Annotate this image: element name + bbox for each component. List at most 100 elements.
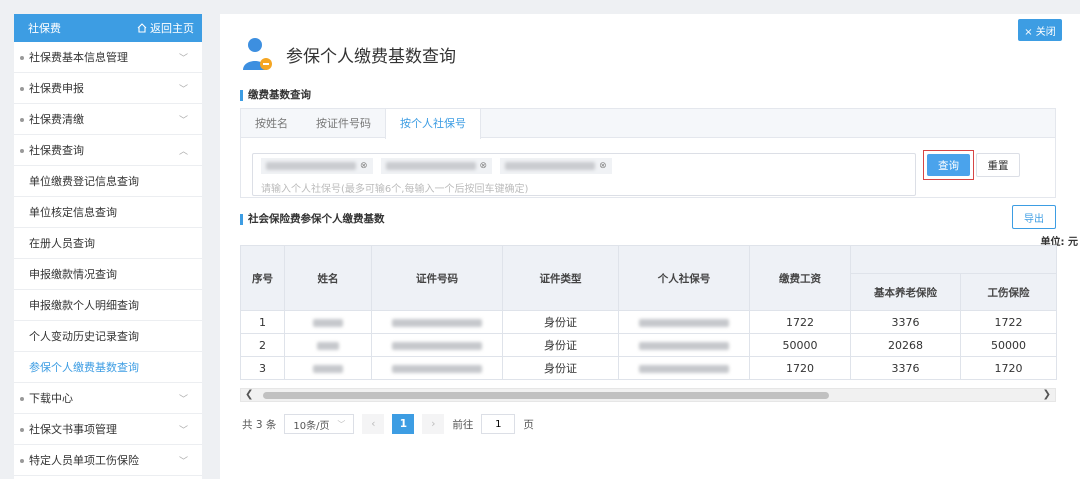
chevron-left-icon[interactable]: ❮	[245, 389, 253, 401]
sidebar-item-payment[interactable]: 社保费清缴 ﹀	[14, 104, 202, 135]
sidebar-subitem-label: 在册人员查询	[29, 237, 95, 250]
sidebar-subitem-contribution-base[interactable]: 参保个人缴费基数查询	[14, 352, 202, 383]
page-size-value: 10条/页	[293, 420, 330, 432]
chevron-right-icon[interactable]: ❯	[1043, 389, 1051, 401]
sidebar-item-query[interactable]: 社保费查询 ︿	[14, 135, 202, 166]
sidebar-subitem-enrolled-staff[interactable]: 在册人员查询	[14, 228, 202, 259]
close-icon[interactable]: ⊗	[360, 158, 368, 174]
page-suffix: 页	[523, 418, 534, 431]
sidebar-title: 社保费	[28, 22, 61, 35]
query-button[interactable]: 查询	[927, 154, 970, 176]
close-button[interactable]: × 关闭	[1018, 19, 1062, 41]
cell-ss-number	[618, 310, 750, 334]
chevron-down-icon: ﹀	[178, 425, 188, 436]
col-ss-number: 个人社保号	[618, 245, 750, 311]
sidebar-item-label: 社保文书事项管理	[29, 423, 117, 436]
sidebar-item-download[interactable]: 下载中心 ﹀	[14, 383, 202, 414]
cell-ss-number	[618, 333, 750, 357]
close-icon[interactable]: ⊗	[599, 158, 607, 174]
page-size-select[interactable]: 10条/页 ﹀	[284, 414, 355, 434]
sidebar-header: 社保费 返回主页	[14, 14, 202, 42]
chevron-down-icon: ﹀	[178, 115, 188, 126]
close-icon[interactable]: ⊗	[480, 158, 488, 174]
total-count: 共 3 条	[242, 418, 277, 431]
cell-seq: 1	[240, 310, 285, 334]
query-button-highlight: 查询	[923, 150, 974, 180]
export-button[interactable]: 导出	[1012, 205, 1056, 229]
cell-pension: 20268	[850, 333, 961, 357]
sidebar-subitem-change-history[interactable]: 个人变动历史记录查询	[14, 321, 202, 352]
goto-page-input[interactable]	[481, 414, 516, 434]
cell-injury: 1722	[960, 310, 1057, 334]
cell-injury: 50000	[960, 333, 1057, 357]
search-tabs: 按姓名 按证件号码 按个人社保号	[241, 109, 1055, 139]
cell-id-number	[371, 333, 503, 357]
sidebar-item-basic-info[interactable]: 社保费基本信息管理 ﹀	[14, 42, 202, 73]
col-group-header	[850, 245, 1057, 274]
home-link-label: 返回主页	[150, 22, 194, 35]
cell-id-number	[371, 356, 503, 380]
tab-by-name[interactable]: 按姓名	[241, 109, 302, 137]
sidebar-subitem-label: 单位核定信息查询	[29, 206, 117, 219]
table-row: 1 身份证 1722 3376 1722	[240, 310, 1057, 334]
main-panel: × 关闭 参保个人缴费基数查询 缴费基数查询 按姓名 按证件号码 按个人社保号 …	[220, 14, 1080, 479]
home-link[interactable]: 返回主页	[137, 20, 194, 36]
cell-pension: 3376	[850, 310, 961, 334]
sidebar-subitem-personal-detail[interactable]: 申报缴款个人明细查询	[14, 290, 202, 321]
input-placeholder: 请输入个人社保号(最多可输6个,每输入一个后按回车键确定)	[261, 184, 529, 195]
col-wage: 缴费工资	[749, 245, 851, 311]
title-row: 参保个人缴费基数查询	[242, 36, 456, 72]
sidebar-item-documents[interactable]: 社保文书事项管理 ﹀	[14, 414, 202, 445]
sidebar-subitem-label: 单位缴费登记信息查询	[29, 175, 139, 188]
col-id-number: 证件号码	[371, 245, 503, 311]
sidebar-subitem-unit-approval[interactable]: 单位核定信息查询	[14, 197, 202, 228]
col-injury: 工伤保险	[960, 273, 1057, 311]
current-page[interactable]: 1	[392, 414, 415, 434]
prev-page-button[interactable]: ‹	[362, 414, 385, 434]
sidebar-item-injury-insurance[interactable]: 特定人员单项工伤保险 ﹀	[14, 445, 202, 476]
chevron-down-icon: ﹀	[178, 456, 188, 467]
sidebar-subitem-unit-registration[interactable]: 单位缴费登记信息查询	[14, 166, 202, 197]
tab-by-social-security-number[interactable]: 按个人社保号	[385, 109, 481, 139]
tab-by-id-number[interactable]: 按证件号码	[302, 109, 385, 137]
chevron-down-icon: ﹀	[178, 394, 188, 405]
search-section-title: 缴费基数查询	[240, 90, 311, 101]
scrollbar-thumb[interactable]	[263, 392, 829, 399]
reset-button[interactable]: 重置	[976, 153, 1020, 177]
next-page-button[interactable]: ›	[422, 414, 445, 434]
col-id-type: 证件类型	[502, 245, 619, 311]
col-name: 姓名	[284, 245, 372, 311]
cell-pension: 3376	[850, 356, 961, 380]
sidebar: 社保费 返回主页 社保费基本信息管理 ﹀ 社保费申报 ﹀ 社保费清缴 ﹀ 社保费…	[14, 14, 202, 479]
cell-ss-number	[618, 356, 750, 380]
sidebar-item-label: 下载中心	[29, 392, 73, 405]
cell-seq: 3	[240, 356, 285, 380]
cell-name	[284, 310, 372, 334]
sidebar-item-label: 社保费基本信息管理	[29, 51, 128, 64]
results-table: 序号 姓名 证件号码 证件类型 个人社保号 缴费工资 基本养老保险 工伤保险 1…	[240, 245, 1057, 380]
sidebar-subitem-label: 参保个人缴费基数查询	[29, 361, 139, 374]
goto-label: 前往	[452, 418, 474, 431]
sidebar-subitem-label: 申报缴款个人明细查询	[29, 299, 139, 312]
chevron-down-icon: ﹀	[178, 53, 188, 64]
cell-id-number	[371, 310, 503, 334]
page-title: 参保个人缴费基数查询	[286, 46, 456, 67]
cell-name	[284, 333, 372, 357]
sidebar-subitem-declaration-status[interactable]: 申报缴款情况查询	[14, 259, 202, 290]
ss-number-tag: ⊗	[380, 158, 493, 174]
col-pension: 基本养老保险	[850, 273, 961, 311]
cell-id-type: 身份证	[502, 356, 619, 380]
social-security-number-input[interactable]: ⊗ ⊗ ⊗ 请输入个人社保号(最多可输6个,每输入一个后按回车键确定)	[252, 153, 916, 196]
horizontal-scrollbar[interactable]: ❮ ❯	[240, 388, 1056, 402]
table-row: 2 身份证 50000 20268 50000	[240, 333, 1057, 357]
chevron-down-icon: ﹀	[337, 419, 346, 429]
sidebar-item-label: 社保费清缴	[29, 113, 84, 126]
sidebar-item-declaration[interactable]: 社保费申报 ﹀	[14, 73, 202, 104]
sidebar-subitem-label: 个人变动历史记录查询	[29, 330, 139, 343]
col-seq: 序号	[240, 245, 285, 311]
search-panel: 按姓名 按证件号码 按个人社保号 ⊗ ⊗ ⊗ 请输入个人社保号(最多可输6个,每…	[240, 108, 1056, 198]
sidebar-item-label: 社保费申报	[29, 82, 84, 95]
cell-wage: 1720	[749, 356, 851, 380]
chevron-up-icon: ︿	[178, 146, 188, 157]
sidebar-item-label: 特定人员单项工伤保险	[29, 454, 139, 467]
